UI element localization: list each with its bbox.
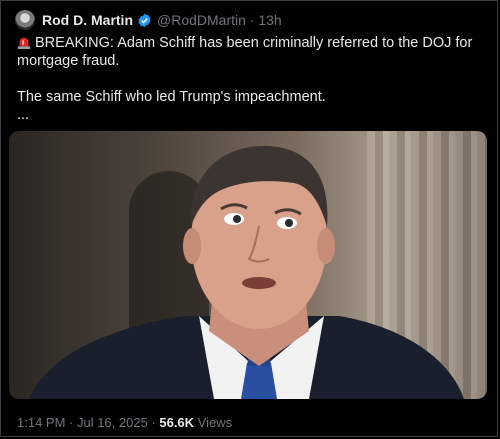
tweet-card: Rod D. Martin @RodDMartin · 13h BREAKING… bbox=[0, 0, 498, 437]
tweet-photo[interactable] bbox=[9, 131, 487, 399]
tweet-text: BREAKING: Adam Schiff has been criminall… bbox=[17, 34, 487, 124]
tweet-line-1-text: BREAKING: Adam Schiff has been criminall… bbox=[17, 35, 473, 69]
views-count: 56.6K bbox=[159, 415, 195, 430]
tweet-timestamp[interactable]: 1:14 PM · Jul 16, 2025 · bbox=[17, 415, 159, 430]
verified-badge-icon bbox=[138, 13, 151, 27]
avatar[interactable] bbox=[15, 10, 35, 30]
tweet-footer: 1:14 PM · Jul 16, 2025 · 56.6K Views bbox=[17, 415, 232, 430]
views-label: Views bbox=[194, 415, 233, 430]
tweet-header: Rod D. Martin @RodDMartin · 13h bbox=[15, 9, 282, 31]
tweet-ellipsis: ... bbox=[17, 107, 30, 123]
photo-subject bbox=[29, 146, 464, 399]
tweet-line-1: BREAKING: Adam Schiff has been criminall… bbox=[17, 34, 487, 70]
author-name[interactable]: Rod D. Martin bbox=[42, 12, 133, 28]
siren-emoji-icon bbox=[17, 37, 31, 49]
handle-and-time[interactable]: @RodDMartin · 13h bbox=[157, 12, 282, 28]
tweet-line-2: The same Schiff who led Trump's impeachm… bbox=[17, 89, 326, 105]
